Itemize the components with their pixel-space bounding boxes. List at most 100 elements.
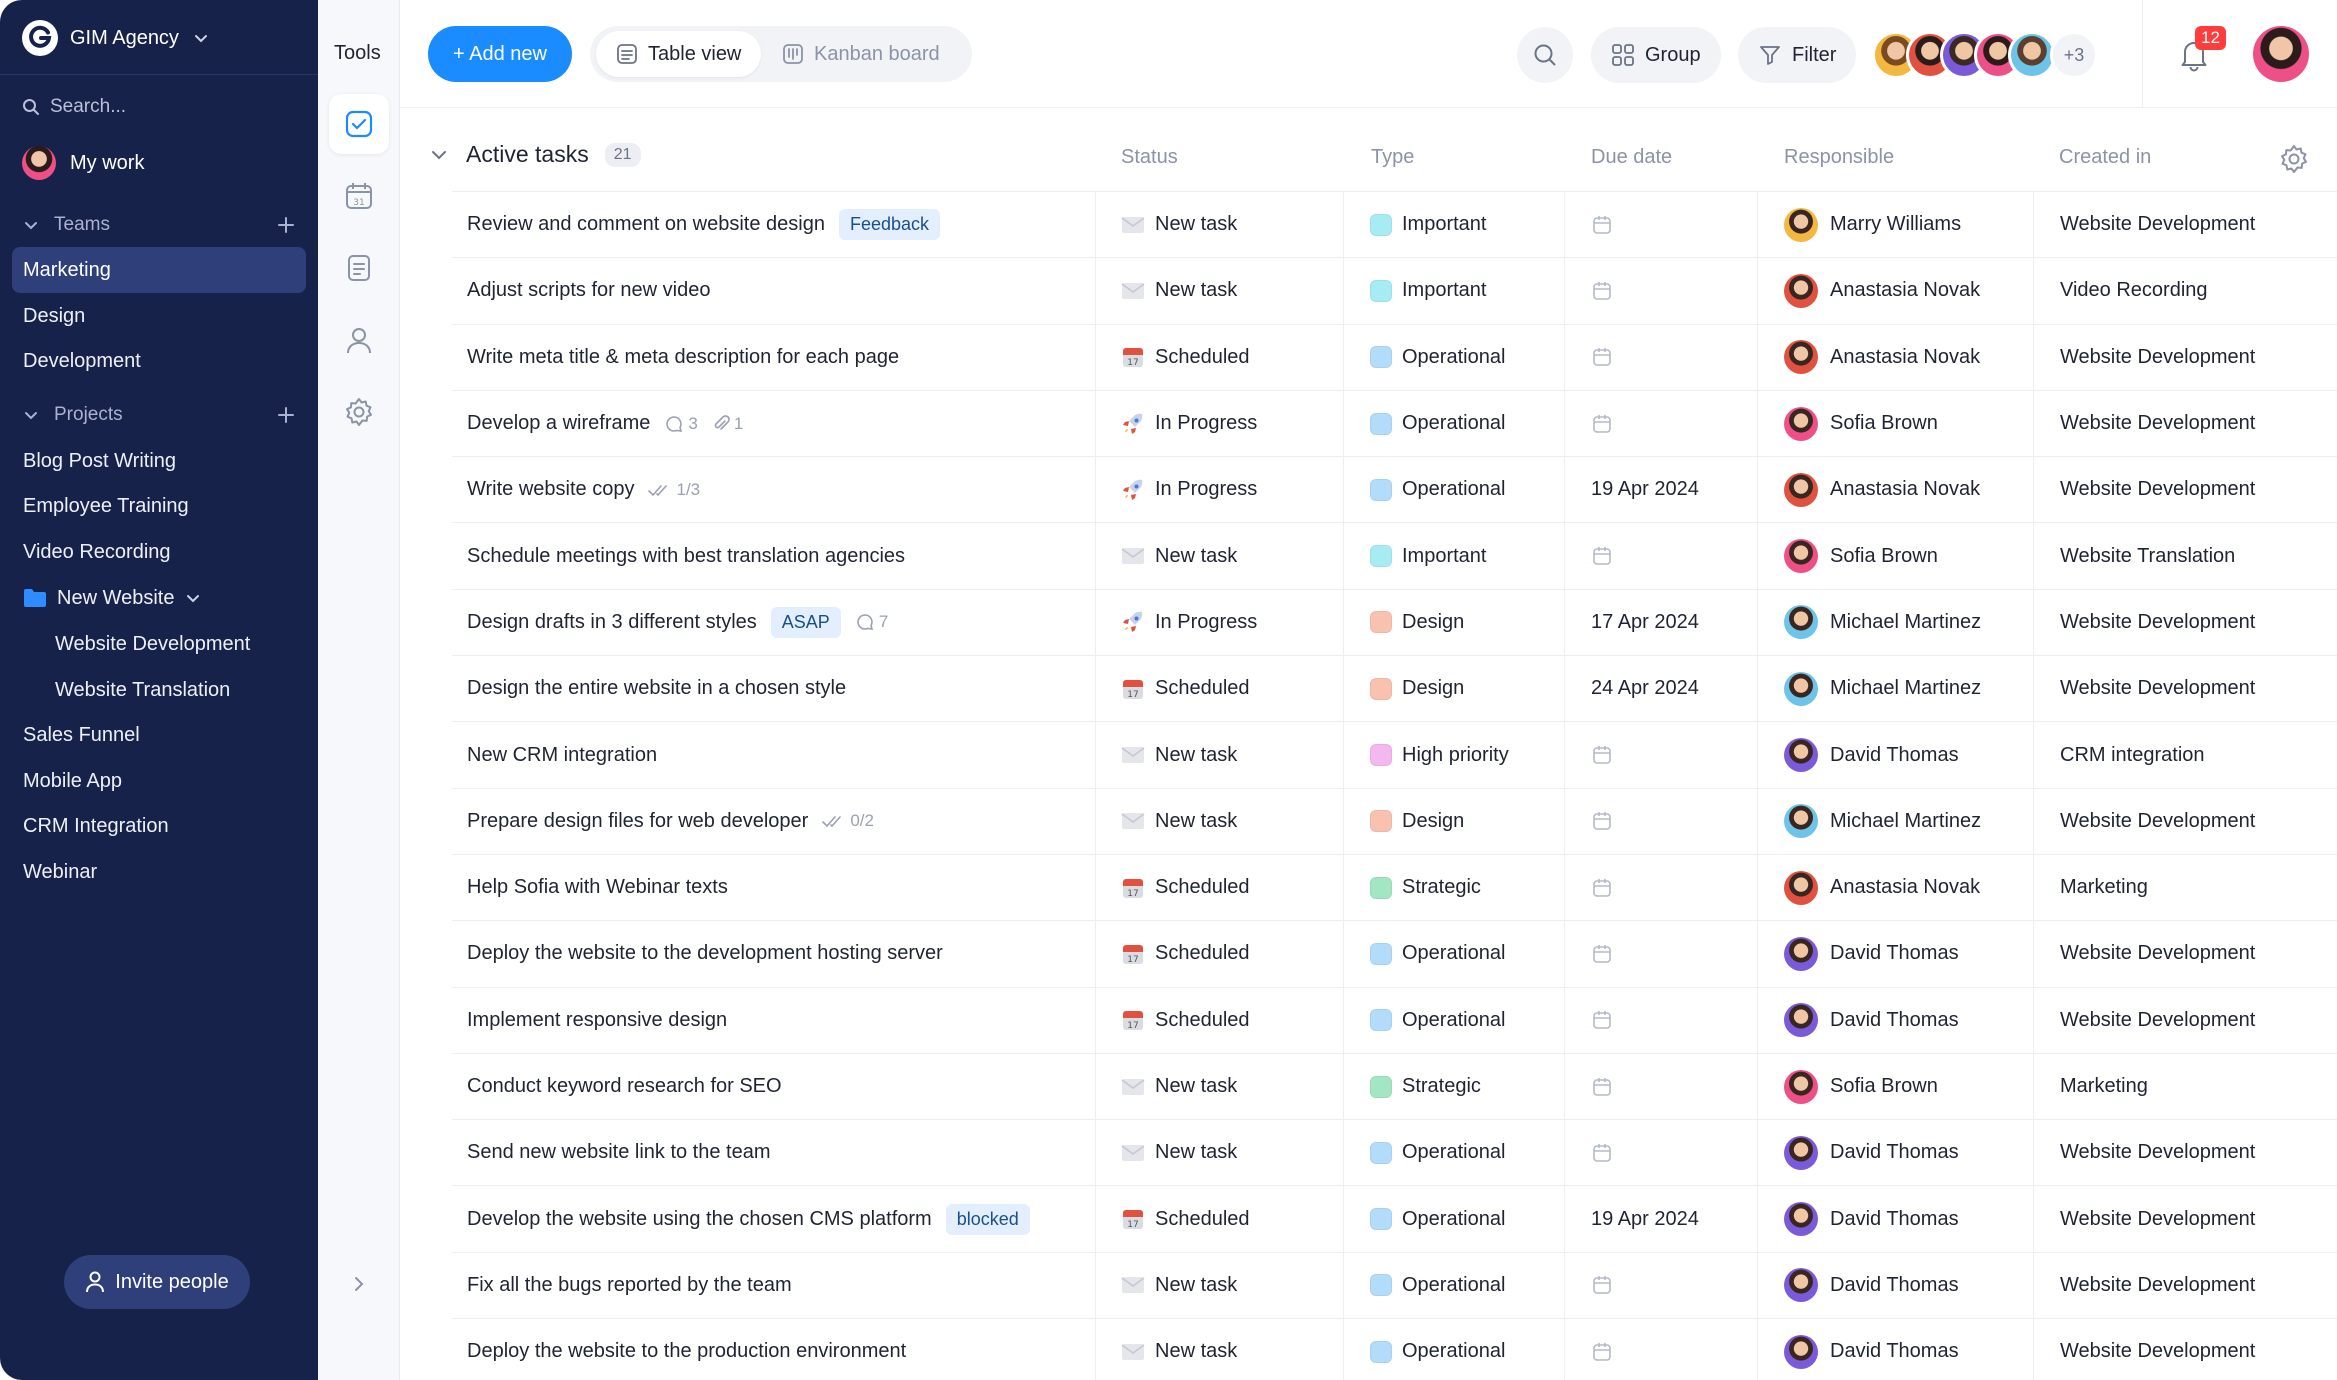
type-cell[interactable]: Design xyxy=(1370,656,1464,721)
created-in-cell[interactable]: Website Translation xyxy=(2060,523,2235,588)
responsible-cell[interactable]: Michael Martinez xyxy=(1784,789,1981,854)
created-in-cell[interactable]: Website Development xyxy=(2060,1253,2255,1318)
group-header[interactable]: Active tasks 21 xyxy=(428,141,641,168)
status-cell[interactable]: In Progress xyxy=(1121,457,1257,522)
calendar-icon[interactable] xyxy=(1591,1009,1613,1031)
responsible-cell[interactable]: David Thomas xyxy=(1784,988,1959,1053)
due-date-cell[interactable] xyxy=(1591,325,1613,390)
responsible-cell[interactable]: Anastasia Novak xyxy=(1784,855,1980,920)
calendar-icon[interactable] xyxy=(1591,1274,1613,1296)
members-stack[interactable]: +3 xyxy=(1872,27,2098,83)
table-row[interactable]: Adjust scripts for new video New task Impo… xyxy=(452,258,2337,325)
type-cell[interactable]: Operational xyxy=(1370,1186,1505,1251)
table-row[interactable]: Design drafts in 3 different styles ASAP 7… xyxy=(452,590,2337,657)
search-button[interactable] xyxy=(1517,27,1573,83)
column-header-status[interactable]: Status xyxy=(1121,146,1178,169)
table-row[interactable]: Review and comment on website design Feed… xyxy=(452,192,2337,259)
status-cell[interactable]: In Progress xyxy=(1121,590,1257,655)
table-row[interactable]: Develop the website using the chosen CMS… xyxy=(452,1186,2337,1253)
column-header-due-date[interactable]: Due date xyxy=(1591,146,1672,169)
status-cell[interactable]: 17 Scheduled xyxy=(1121,1186,1250,1251)
due-date-cell[interactable] xyxy=(1591,258,1613,323)
calendar-icon[interactable] xyxy=(1591,413,1613,435)
type-cell[interactable]: Operational xyxy=(1370,325,1505,390)
status-cell[interactable]: New task xyxy=(1121,1120,1237,1185)
type-cell[interactable]: High priority xyxy=(1370,722,1509,787)
created-in-cell[interactable]: Website Development xyxy=(2060,1186,2255,1251)
comments-count[interactable]: 7 xyxy=(855,612,888,632)
table-row[interactable]: Schedule meetings with best translation … xyxy=(452,523,2337,590)
created-in-cell[interactable]: Marketing xyxy=(2060,1054,2148,1119)
tool-tasks[interactable] xyxy=(329,94,389,154)
checklist-progress[interactable]: 1/3 xyxy=(648,480,700,500)
calendar-icon[interactable] xyxy=(1591,810,1613,832)
type-cell[interactable]: Operational xyxy=(1370,1120,1505,1185)
created-in-cell[interactable]: Website Development xyxy=(2060,590,2255,655)
task-tag[interactable]: ASAP xyxy=(770,606,841,638)
comments-count[interactable]: 3 xyxy=(664,414,698,434)
due-date-cell[interactable] xyxy=(1591,1319,1613,1380)
group-button[interactable]: Group xyxy=(1591,27,1721,83)
due-date-cell[interactable] xyxy=(1591,523,1613,588)
calendar-icon[interactable] xyxy=(1591,1076,1613,1098)
add-new-button[interactable]: + Add new xyxy=(428,26,572,82)
status-cell[interactable]: New task xyxy=(1121,258,1237,323)
type-cell[interactable]: Design xyxy=(1370,590,1464,655)
due-date-cell[interactable] xyxy=(1591,789,1613,854)
table-settings-gear-icon[interactable] xyxy=(2278,143,2310,175)
type-cell[interactable]: Strategic xyxy=(1370,855,1481,920)
created-in-cell[interactable]: Website Development xyxy=(2060,325,2255,390)
due-date-cell[interactable]: 17 Apr 2024 xyxy=(1591,590,1699,655)
column-header-created-in[interactable]: Created in xyxy=(2059,146,2151,169)
type-cell[interactable]: Operational xyxy=(1370,1319,1505,1380)
type-cell[interactable]: Operational xyxy=(1370,457,1505,522)
due-date-cell[interactable]: 24 Apr 2024 xyxy=(1591,656,1699,721)
type-cell[interactable]: Operational xyxy=(1370,921,1505,986)
calendar-icon[interactable] xyxy=(1591,346,1613,368)
responsible-cell[interactable]: Sofia Brown xyxy=(1784,1054,1938,1119)
calendar-icon[interactable] xyxy=(1591,744,1613,766)
due-date-cell[interactable] xyxy=(1591,1054,1613,1119)
status-cell[interactable]: New task xyxy=(1121,1253,1237,1318)
table-row[interactable]: Deploy the website to the production env… xyxy=(452,1319,2337,1380)
due-date-cell[interactable] xyxy=(1591,1253,1613,1318)
table-row[interactable]: Send new website link to the team New tas… xyxy=(452,1120,2337,1187)
calendar-icon[interactable] xyxy=(1591,1142,1613,1164)
sidebar-search[interactable]: Search... xyxy=(22,96,126,118)
created-in-cell[interactable]: Website Development xyxy=(2060,457,2255,522)
created-in-cell[interactable]: Website Development xyxy=(2060,192,2255,257)
column-header-type[interactable]: Type xyxy=(1371,146,1414,169)
responsible-cell[interactable]: David Thomas xyxy=(1784,1253,1959,1318)
type-cell[interactable]: Strategic xyxy=(1370,1054,1481,1119)
table-row[interactable]: Prepare design files for web developer 0/… xyxy=(452,789,2337,855)
more-members-badge[interactable]: +3 xyxy=(2050,31,2098,79)
created-in-cell[interactable]: CRM integration xyxy=(2060,722,2205,787)
type-cell[interactable]: Operational xyxy=(1370,391,1505,456)
table-row[interactable]: Implement responsive design 17 Scheduled Op… xyxy=(452,988,2337,1054)
status-cell[interactable]: New task xyxy=(1121,1054,1237,1119)
type-cell[interactable]: Design xyxy=(1370,789,1464,854)
table-row[interactable]: Write website copy 1/3 In Progress Operatio… xyxy=(452,457,2337,524)
calendar-icon[interactable] xyxy=(1591,877,1613,899)
created-in-cell[interactable]: Website Development xyxy=(2060,789,2255,854)
status-cell[interactable]: 17 Scheduled xyxy=(1121,656,1250,721)
table-row[interactable]: Fix all the bugs reported by the team New… xyxy=(452,1253,2337,1320)
table-row[interactable]: New CRM integration New task High priority… xyxy=(452,722,2337,789)
type-cell[interactable]: Important xyxy=(1370,523,1486,588)
created-in-cell[interactable]: Website Development xyxy=(2060,1120,2255,1185)
type-cell[interactable]: Important xyxy=(1370,258,1486,323)
created-in-cell[interactable]: Video Recording xyxy=(2060,258,2208,323)
due-date-cell[interactable] xyxy=(1591,921,1613,986)
status-cell[interactable]: New task xyxy=(1121,789,1237,854)
due-date-cell[interactable] xyxy=(1591,988,1613,1053)
filter-button[interactable]: Filter xyxy=(1738,27,1857,83)
responsible-cell[interactable]: David Thomas xyxy=(1784,1120,1959,1185)
status-cell[interactable]: New task xyxy=(1121,1319,1237,1380)
status-cell[interactable]: New task xyxy=(1121,523,1237,588)
table-row[interactable]: Design the entire website in a chosen st… xyxy=(452,656,2337,723)
task-tag[interactable]: Feedback xyxy=(838,209,941,241)
due-date-cell[interactable]: 19 Apr 2024 xyxy=(1591,457,1699,522)
status-cell[interactable]: 17 Scheduled xyxy=(1121,325,1250,390)
tab-table-view[interactable]: Table view xyxy=(596,31,762,77)
calendar-icon[interactable] xyxy=(1591,943,1613,965)
